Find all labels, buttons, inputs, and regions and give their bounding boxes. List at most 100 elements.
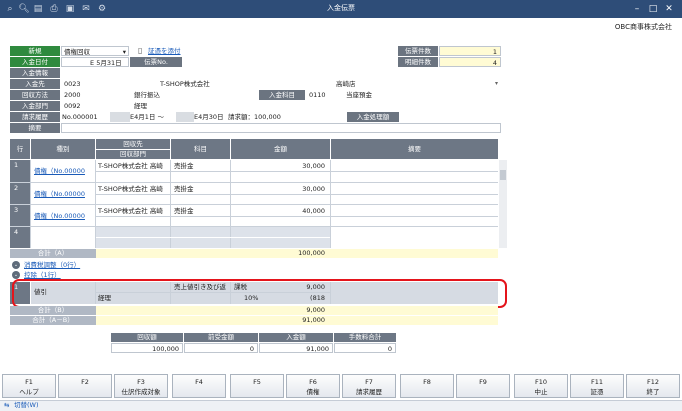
fkey-code: F1 xyxy=(25,378,33,386)
expand-icon[interactable]: ⌄ xyxy=(12,261,20,269)
switch-button[interactable]: 切替(W) xyxy=(14,401,39,410)
f5-key[interactable]: F5 xyxy=(230,374,284,398)
fkey-code: F9 xyxy=(479,378,487,386)
grid-line xyxy=(96,216,498,217)
row-payer: T-SHOP株式会社 高崎 xyxy=(98,184,170,194)
f9-key[interactable]: F9 xyxy=(456,374,510,398)
f3-key[interactable]: F3 仕訳作成対象 xyxy=(114,374,168,398)
voucher-count-label: 伝票件数 xyxy=(398,46,438,56)
method-label: 回収方法 xyxy=(10,90,60,100)
total-a-value: 100,000 xyxy=(298,249,325,257)
grid-line xyxy=(96,237,330,238)
account-code[interactable]: 0110 xyxy=(309,90,337,100)
fkey-label: 証憑 xyxy=(590,388,604,396)
preview-icon[interactable]: ▣ xyxy=(64,3,76,15)
row-subject: 売掛金 xyxy=(174,161,228,171)
row-payer: T-SHOP株式会社 高崎 xyxy=(98,206,170,216)
minimize-icon[interactable]: – xyxy=(630,2,644,16)
fkey-label: 債権 xyxy=(306,388,320,396)
total-a-label: 合計（A） xyxy=(37,249,69,257)
dept-code[interactable]: 0092 xyxy=(64,101,124,111)
f7-key[interactable]: F7 請求履歴 xyxy=(342,374,396,398)
grid-line xyxy=(96,171,498,172)
row-number: 1 xyxy=(10,160,30,182)
billing-amount: 請求額：100,000 xyxy=(228,112,298,122)
fkey-code: F11 xyxy=(590,378,603,386)
f1-key[interactable]: F1 ヘルプ xyxy=(2,374,56,398)
f2-key[interactable]: F2 xyxy=(58,374,112,398)
f11-key[interactable]: F11 証憑 xyxy=(570,374,624,398)
maximize-icon[interactable]: □ xyxy=(646,2,660,16)
deposit-date-value: 5月31日 xyxy=(96,59,122,67)
tax-adjust-link[interactable]: 消費税調整（0行） xyxy=(24,260,80,270)
mail-icon[interactable]: ✉ xyxy=(80,3,92,15)
col-subject: 科目 xyxy=(171,139,230,159)
summary-label: 摘要 xyxy=(10,123,60,133)
method-code[interactable]: 2000 xyxy=(64,90,124,100)
attach-evidence-link[interactable]: 証憑を添付 xyxy=(148,46,181,56)
billing-range-end: E4月30日 xyxy=(194,112,228,122)
billing-mask xyxy=(110,112,130,122)
summary-value-advance: 0 xyxy=(184,343,258,353)
scrollbar-thumb[interactable] xyxy=(500,170,506,180)
row-kind-link[interactable]: 債権（No.00000 xyxy=(34,166,94,176)
row-number: 3 xyxy=(10,205,30,226)
chevron-icon[interactable]: ▾ xyxy=(495,79,503,89)
summary-header-fee: 手数料合計 xyxy=(334,333,396,342)
row-subject: 売掛金 xyxy=(174,206,228,216)
close-icon[interactable]: ✕ xyxy=(662,2,676,16)
billing-number[interactable]: No.000001 xyxy=(62,112,110,122)
summary-field[interactable] xyxy=(61,123,501,133)
summary-header-collected: 回収額 xyxy=(111,333,183,342)
new-badge: 新規 xyxy=(10,46,60,56)
billing-label: 請求履歴 xyxy=(10,112,60,122)
status-bar xyxy=(0,400,682,411)
row-kind-link[interactable]: 債権（No.00000 xyxy=(34,211,94,221)
payer-label: 入金先 xyxy=(10,79,60,89)
col-row: 行 xyxy=(10,139,30,159)
summary-header-advance: 前受金額 xyxy=(184,333,258,342)
col-amount: 金額 xyxy=(231,139,330,159)
fkey-label: 終了 xyxy=(646,388,660,396)
col-payer: 回収先 xyxy=(96,139,170,149)
type-select[interactable]: 債権回収 ▾ xyxy=(61,46,129,56)
f4-key[interactable]: F4 xyxy=(172,374,226,398)
gear-icon[interactable]: ⚙ xyxy=(96,3,108,15)
total-b-value: 9,000 xyxy=(306,306,325,314)
deposit-info-label: 入金情報 xyxy=(10,68,60,78)
col-memo: 摘要 xyxy=(331,139,498,159)
f6-key[interactable]: F6 債権 xyxy=(286,374,340,398)
fkey-label: 請求履歴 xyxy=(356,388,382,396)
fkey-label: ヘルプ xyxy=(19,388,39,396)
row-payer: T-SHOP株式会社 高崎 xyxy=(98,161,170,171)
highlight-box xyxy=(12,279,507,308)
page-icon[interactable]: ▤ xyxy=(32,3,44,15)
grid-line xyxy=(10,204,498,205)
account-name: 当座預金 xyxy=(346,90,406,100)
dept-label: 入金部門 xyxy=(10,101,60,111)
row-subject: 売掛金 xyxy=(174,184,228,194)
summary-value-fee: 0 xyxy=(334,343,396,353)
f10-key[interactable]: F10 中止 xyxy=(514,374,568,398)
f8-key[interactable]: F8 xyxy=(400,374,454,398)
payer-branch: 高崎店 xyxy=(336,79,436,89)
switch-icon[interactable]: ⇆ xyxy=(4,401,9,410)
attach-icon[interactable]: ▯ xyxy=(138,46,142,56)
search-icon[interactable]: 🔍︎ xyxy=(18,3,30,15)
print-icon[interactable]: ⎙ xyxy=(48,3,60,15)
row-kind-link[interactable]: 債権（No.00000 xyxy=(34,189,94,199)
fkey-code: F3 xyxy=(137,378,145,386)
fkey-code: F7 xyxy=(365,378,373,386)
total-b-label: 合計（B） xyxy=(37,306,69,314)
fkey-code: F5 xyxy=(253,378,261,386)
zoom-icon[interactable]: ⌕ xyxy=(4,3,16,15)
f12-key[interactable]: F12 終了 xyxy=(626,374,680,398)
grid-line xyxy=(10,182,498,183)
deposit-date-field[interactable]: E 5月31日 xyxy=(61,57,129,67)
expand-icon[interactable]: ⌄ xyxy=(12,271,20,279)
chevron-down-icon: ▾ xyxy=(122,48,126,56)
total-ab-label: 合計（A－B） xyxy=(32,316,74,324)
payer-code[interactable]: 0023 xyxy=(64,79,154,89)
fkey-code: F8 xyxy=(423,378,431,386)
type-select-value: 債権回収 xyxy=(64,48,90,56)
